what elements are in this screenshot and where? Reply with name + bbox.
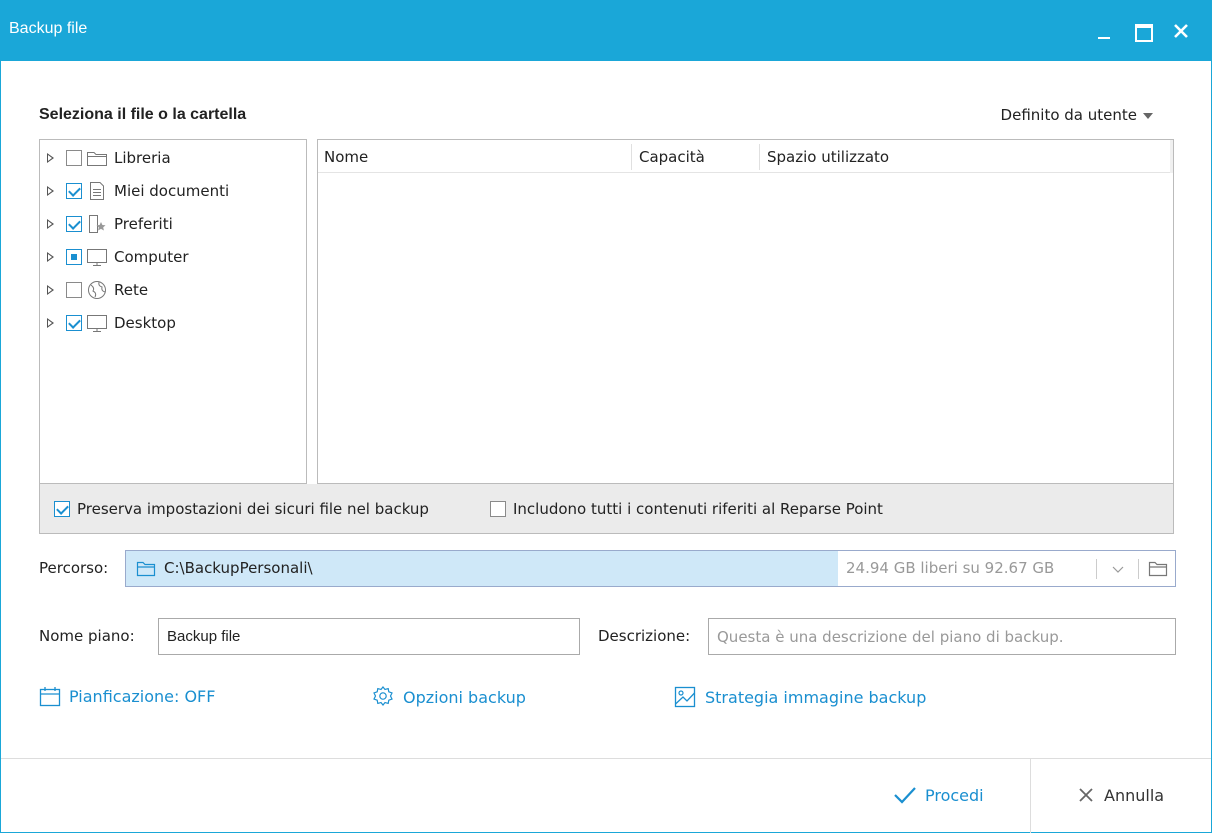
free-space-area: 24.94 GB liberi su 92.67 GB [838,551,1175,586]
view-mode-dropdown[interactable]: Definito da utente [1001,106,1153,124]
chevron-down-icon[interactable] [1110,561,1126,577]
expand-arrow-icon[interactable] [47,186,54,196]
proceed-button-label: Procedi [925,785,984,805]
column-header-capacita[interactable]: Capacità [639,148,705,166]
preserve-security-checkbox[interactable] [54,501,70,517]
close-icon [1079,788,1093,802]
tree-checkbox[interactable] [66,315,82,331]
close-button[interactable] [1165,15,1197,47]
schedule-link-label: Pianficazione: OFF [69,686,216,706]
section-title: Seleziona il file o la cartella [39,106,247,123]
image-icon [674,686,696,708]
file-list[interactable]: Nome Capacità Spazio utilizzato [317,139,1174,484]
divider [1096,559,1097,579]
window-title: Backup file [9,20,88,37]
monitor-icon [87,249,107,266]
proceed-button[interactable]: Procedi [893,785,984,805]
tree-item-computer[interactable]: Computer [40,244,306,270]
tree-checkbox[interactable] [66,183,82,199]
monitor-icon [87,315,107,332]
minimize-button[interactable] [1089,15,1121,47]
backup-options-bar: Preserva impostazioni dei sicuri file ne… [39,484,1174,534]
file-list-header: Nome Capacità Spazio utilizzato [318,140,1173,173]
tree-item-libreria[interactable]: Libreria [40,145,306,171]
browse-folder-icon[interactable] [1148,560,1168,578]
cancel-button[interactable]: Annulla [1076,785,1164,805]
tree-item-label: Miei documenti [114,182,230,200]
image-strategy-link[interactable]: Strategia immagine backup [673,685,926,709]
scrollbar-gutter [1170,140,1173,173]
expand-arrow-icon[interactable] [47,153,54,163]
title-bar[interactable]: Backup file [1,1,1211,61]
column-header-nome[interactable]: Nome [324,148,368,166]
destination-path-field[interactable]: C:\BackupPersonali\ 24.94 GB liberi su 9… [125,550,1176,587]
tree-item-label: Desktop [114,314,176,332]
tree-checkbox[interactable] [66,282,82,298]
column-divider[interactable] [759,144,760,170]
expand-arrow-icon[interactable] [47,285,54,295]
reparse-point-checkbox[interactable] [490,501,506,517]
dropdown-arrow-icon [1143,112,1153,119]
close-icon [1174,24,1188,38]
maximize-button[interactable] [1127,15,1159,47]
folder-icon [87,152,107,166]
view-mode-label: Definito da utente [1000,106,1137,124]
cancel-button-label: Annulla [1104,785,1165,805]
backup-options-link-label: Opzioni backup [403,687,526,707]
expand-arrow-icon[interactable] [47,219,54,229]
column-header-spazio-utilizzato[interactable]: Spazio utilizzato [767,148,889,166]
tree-item-miei-documenti[interactable]: Miei documenti [40,178,306,204]
plan-name-input[interactable] [158,618,580,655]
backup-file-dialog: Backup file Seleziona il file o la carte… [0,0,1212,833]
divider [1138,559,1139,579]
preserve-security-option[interactable]: Preserva impostazioni dei sicuri file ne… [54,500,429,518]
tree-item-label: Rete [114,281,149,299]
calendar-icon [39,687,61,707]
description-label: Descrizione: [598,627,691,645]
backup-options-link[interactable]: Opzioni backup [371,685,526,709]
plan-name-label: Nome piano: [39,627,135,645]
tree-item-desktop[interactable]: Desktop [40,310,306,336]
favorites-icon [89,215,106,233]
network-icon [88,281,106,299]
reparse-point-label: Includono tutti i contenuti riferiti al … [513,500,883,518]
destination-path-value[interactable]: C:\BackupPersonali\ [164,559,313,577]
expand-arrow-icon[interactable] [47,318,54,328]
tree-checkbox[interactable] [66,150,82,166]
tree-item-preferiti[interactable]: Preferiti [40,211,306,237]
path-label: Percorso: [39,559,109,577]
tree-item-label: Preferiti [114,215,173,233]
checkmark-icon [894,787,916,804]
reparse-point-option[interactable]: Includono tutti i contenuti riferiti al … [490,500,883,518]
expand-arrow-icon[interactable] [47,252,54,262]
tree-item-label: Libreria [114,149,171,167]
folder-icon [136,561,156,577]
footer-button-divider [1030,759,1031,833]
folder-tree[interactable]: Libreria Miei documenti Preferiti Comput… [39,139,307,484]
tree-checkbox[interactable] [66,249,82,265]
preserve-security-label: Preserva impostazioni dei sicuri file ne… [77,500,429,518]
description-input[interactable] [708,618,1176,655]
tree-item-label: Computer [114,248,189,266]
column-divider[interactable] [631,144,632,170]
tree-item-rete[interactable]: Rete [40,277,306,303]
schedule-link[interactable]: Pianficazione: OFF [39,685,215,707]
tree-checkbox[interactable] [66,216,82,232]
image-strategy-link-label: Strategia immagine backup [705,687,927,707]
gear-icon [373,686,393,706]
document-icon [90,182,104,200]
free-space-text: 24.94 GB liberi su 92.67 GB [846,559,1055,577]
